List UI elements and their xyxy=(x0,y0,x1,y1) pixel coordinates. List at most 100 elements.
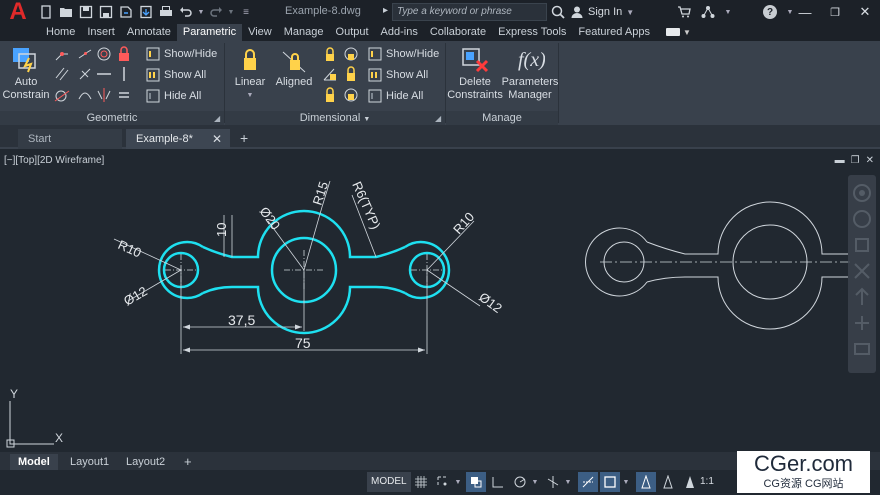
object-snap-tracking-button[interactable] xyxy=(578,472,598,492)
tab-output[interactable]: Output xyxy=(330,24,375,41)
plot-button[interactable] xyxy=(156,2,176,22)
tab-start[interactable]: Start xyxy=(18,129,122,149)
tab-add-ins[interactable]: Add-ins xyxy=(375,24,424,41)
dimensional-hide-all-button[interactable]: Hide All xyxy=(368,88,423,104)
symmetric-icon[interactable] xyxy=(96,87,112,103)
smooth-icon[interactable] xyxy=(77,87,93,103)
save-button[interactable] xyxy=(76,2,96,22)
dialog-launcher-icon[interactable]: ◢ xyxy=(435,114,441,123)
tab-collaborate[interactable]: Collaborate xyxy=(424,24,492,41)
annotation-scale-button[interactable] xyxy=(680,472,700,492)
sign-in-button[interactable]: Sign In ▼ xyxy=(570,3,634,21)
tab-model[interactable]: Model xyxy=(10,454,58,470)
parallel-icon[interactable] xyxy=(54,66,70,82)
snap-dropdown[interactable]: ▼ xyxy=(452,472,464,492)
redo-button[interactable] xyxy=(206,2,226,22)
polar-tracking-button[interactable] xyxy=(510,472,530,492)
open-file-button[interactable] xyxy=(56,2,76,22)
undo-button[interactable] xyxy=(176,2,196,22)
tab-layout2[interactable]: Layout2 xyxy=(118,454,173,470)
full-navigation-icon[interactable] xyxy=(852,209,872,229)
radius-constraint-icon[interactable] xyxy=(322,46,338,62)
connect-button[interactable] xyxy=(699,3,717,21)
snap-button[interactable] xyxy=(433,472,453,492)
tab-express-tools[interactable]: Express Tools xyxy=(492,24,572,41)
delete-constraints-button[interactable]: Delete Constraints xyxy=(447,44,503,102)
zoom-extents-icon[interactable] xyxy=(852,261,872,281)
coincident-icon[interactable] xyxy=(54,46,70,62)
quick-access-customize[interactable]: ≡ xyxy=(236,2,256,22)
parameters-manager-button[interactable]: f(x) Parameters Manager xyxy=(502,44,559,102)
isodraft-button[interactable] xyxy=(543,472,563,492)
dimensional-show-hide-button[interactable]: Show/Hide xyxy=(368,46,439,62)
geometric-hide-all-button[interactable]: Hide All xyxy=(146,88,201,104)
new-layout-button[interactable]: + xyxy=(176,454,200,470)
save-as-button[interactable] xyxy=(96,2,116,22)
tab-parametric[interactable]: Parametric xyxy=(176,24,243,41)
diameter-constraint-icon[interactable] xyxy=(343,46,359,62)
reference-part-outline[interactable] xyxy=(585,201,848,330)
tab-insert[interactable]: Insert xyxy=(81,24,121,41)
tangent-icon[interactable] xyxy=(54,87,70,103)
perpendicular-icon[interactable] xyxy=(77,66,93,82)
tab-annotate[interactable]: Annotate xyxy=(121,24,177,41)
dynamic-constraint-icon[interactable] xyxy=(322,87,338,103)
tab-example-8[interactable]: Example-8* ✕ xyxy=(126,129,230,149)
annotational-constraint-icon[interactable] xyxy=(343,87,359,103)
model-space-button[interactable]: MODEL xyxy=(367,472,411,492)
fix-lock-icon[interactable] xyxy=(116,46,132,62)
grid-button[interactable] xyxy=(411,472,431,492)
help-button[interactable]: ? xyxy=(761,3,779,21)
save-web-button[interactable] xyxy=(136,2,156,22)
concentric-icon[interactable] xyxy=(96,46,112,62)
tab-layout1[interactable]: Layout1 xyxy=(62,454,117,470)
film-icon[interactable] xyxy=(852,339,872,359)
new-file-button[interactable] xyxy=(36,2,56,22)
geometric-show-all-button[interactable]: Show All xyxy=(146,67,206,83)
new-tab-button[interactable]: + xyxy=(240,130,248,146)
orbit-icon[interactable] xyxy=(852,287,872,307)
dimensional-panel-title[interactable]: Dimensional ▼ xyxy=(225,111,445,125)
open-web-button[interactable] xyxy=(116,2,136,22)
search-icon[interactable] xyxy=(550,4,566,20)
object-snap-dropdown[interactable]: ▼ xyxy=(620,472,632,492)
vertical-icon[interactable] xyxy=(116,66,132,82)
tab-home[interactable]: Home xyxy=(40,24,81,41)
collinear-icon[interactable] xyxy=(77,46,93,62)
dialog-launcher-icon[interactable]: ◢ xyxy=(214,114,220,123)
auto-scale-button[interactable] xyxy=(658,472,678,492)
annotation-visibility-button[interactable] xyxy=(636,472,656,492)
steering-wheel-icon[interactable] xyxy=(852,183,872,203)
horizontal-icon[interactable] xyxy=(96,66,112,82)
polar-dropdown[interactable]: ▼ xyxy=(529,472,541,492)
infer-constraints-button[interactable] xyxy=(466,472,486,492)
angular-constraint-icon[interactable] xyxy=(322,66,338,82)
undo-dropdown[interactable]: ▼ xyxy=(196,2,206,22)
tab-view[interactable]: View xyxy=(242,24,278,41)
autodesk-app-store-button[interactable] xyxy=(675,3,693,21)
minimize-button[interactable]: — xyxy=(790,0,820,24)
ortho-button[interactable] xyxy=(488,472,508,492)
tab-featured-apps[interactable]: Featured Apps xyxy=(572,24,656,41)
search-input[interactable]: Type a keyword or phrase xyxy=(392,3,547,21)
dimensional-show-all-button[interactable]: Show All xyxy=(368,67,428,83)
equal-icon[interactable] xyxy=(116,87,132,103)
close-icon[interactable]: ✕ xyxy=(212,129,222,149)
close-button[interactable]: ✕ xyxy=(850,0,880,24)
drawing-viewport[interactable]: [−][Top][2D Wireframe] ▬ ❐ ✕ Y X R10 Ø12… xyxy=(0,151,880,452)
tab-manage[interactable]: Manage xyxy=(278,24,330,41)
restore-button[interactable]: ❐ xyxy=(820,0,850,24)
annotation-scale-value[interactable]: 1:1 xyxy=(700,476,714,487)
convert-constraint-icon[interactable] xyxy=(343,66,359,82)
connect-dropdown[interactable]: ▼ xyxy=(723,3,733,21)
application-menu-button[interactable]: A xyxy=(0,0,36,24)
ribbon-display-toggle[interactable]: ▼ xyxy=(665,26,700,38)
isodraft-dropdown[interactable]: ▼ xyxy=(562,472,574,492)
pan-icon[interactable] xyxy=(852,235,872,255)
object-snap-button[interactable] xyxy=(600,472,620,492)
auto-constrain-button[interactable]: Auto Constrain xyxy=(2,44,50,102)
aligned-button[interactable]: Aligned xyxy=(272,48,316,89)
geometric-show-hide-button[interactable]: Show/Hide xyxy=(146,46,217,62)
redo-dropdown[interactable]: ▼ xyxy=(226,2,236,22)
showmotion-icon[interactable] xyxy=(852,313,872,333)
